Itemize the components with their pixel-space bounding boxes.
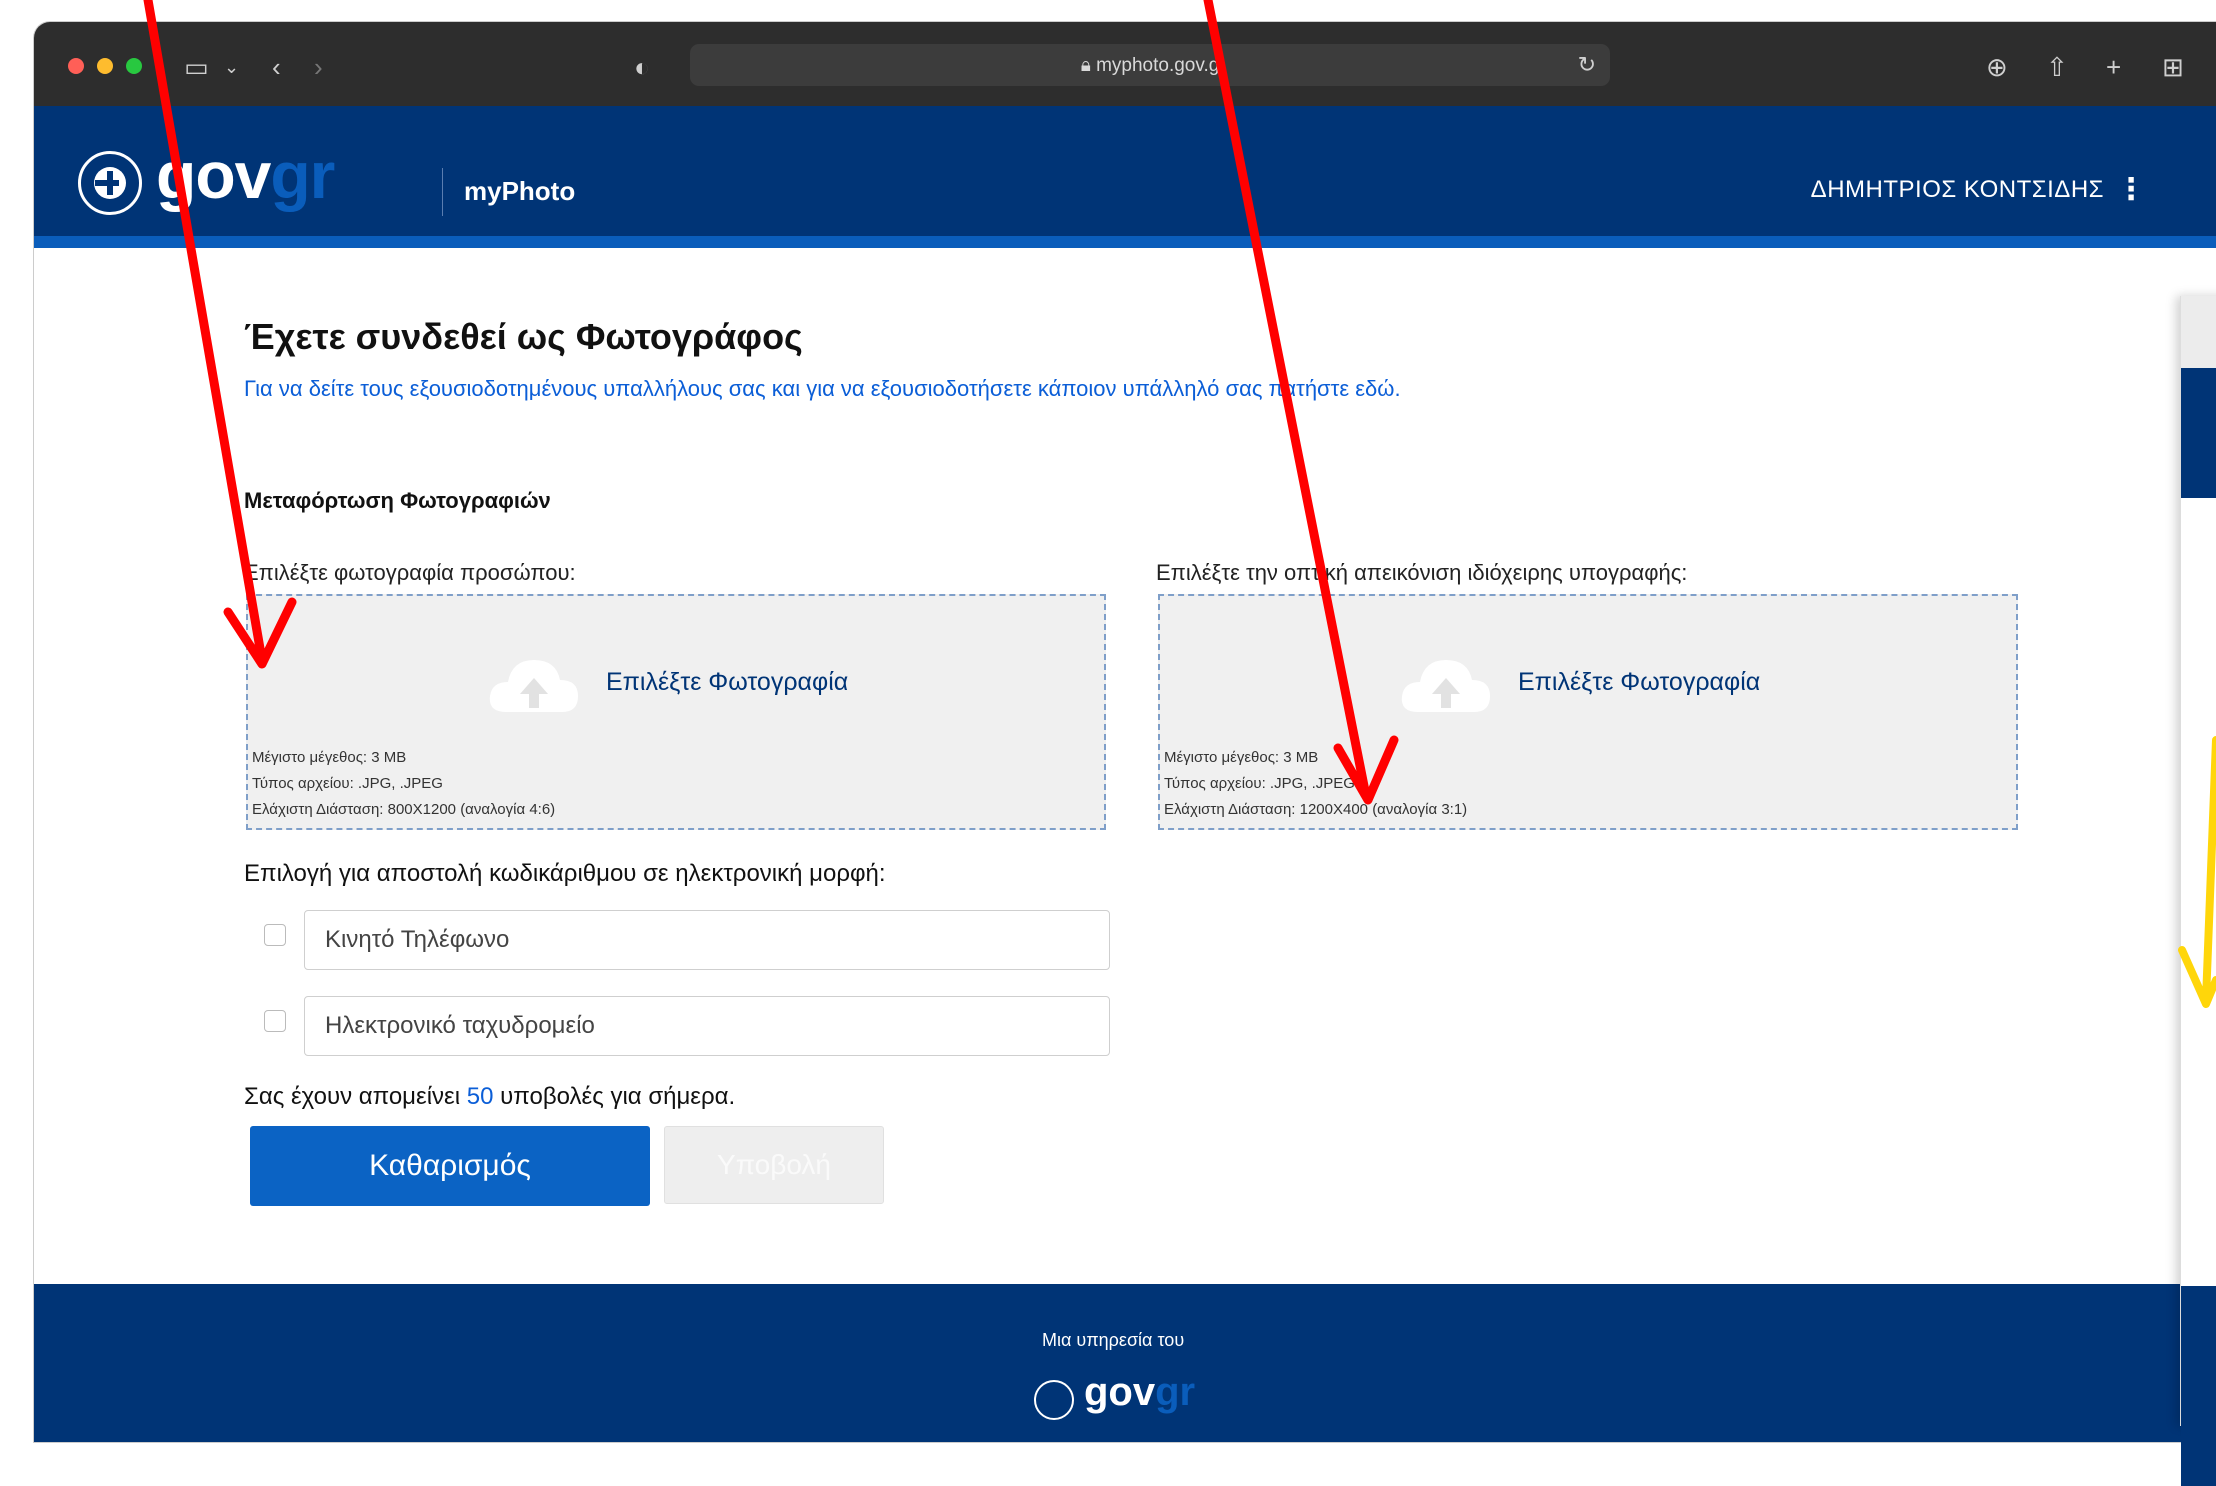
close-window-button[interactable] (68, 58, 84, 74)
plus-icon[interactable]: + (2106, 54, 2121, 80)
max-size-text: Μέγιστο μέγεθος: 3 MB (252, 749, 407, 766)
choose-signature-photo-button[interactable]: Επιλέξτε Φωτογραφία (1518, 668, 1760, 697)
email-checkbox[interactable] (264, 1010, 286, 1032)
signature-dropzone[interactable]: Επιλέξτε Φωτογραφία Μέγιστο μέγεθος: 3 M… (1158, 594, 2018, 830)
page-title: Έχετε συνδεθεί ως Φωτογράφος (244, 316, 803, 357)
user-name[interactable]: ΔΗΜΗΤΡΙΟΣ ΚΟΝΤΣΙΔΗΣ (1811, 176, 2104, 204)
min-dimension-text: Ελάχιστη Διάσταση: 800X1200 (αναλογία 4:… (252, 801, 556, 818)
min-dimension-text: Ελάχιστη Διάσταση: 1200X400 (αναλογία 3:… (1164, 801, 1468, 818)
chevron-down-icon[interactable]: ⌄ (224, 54, 239, 80)
choose-face-photo-button[interactable]: Επιλέξτε Φωτογραφία (606, 668, 848, 697)
header-divider (442, 168, 443, 216)
service-name[interactable]: myPhoto (464, 176, 575, 207)
browser-window: ▭ ⌄ ‹ › ◐ 🔒︎ myphoto.gov.g ↻ ⊕ ⇧ + ⊞ gov… (34, 22, 2216, 1442)
barcode-delivery-label: Επιλογή για αποστολή κωδικάριθμου σε ηλε… (244, 860, 886, 887)
lock-icon: 🔒︎ (1080, 55, 1091, 76)
share-icon[interactable]: ⇧ (2046, 54, 2068, 80)
file-type-text: Τύπος αρχείου: .JPG, .JPEG (1164, 775, 1355, 792)
back-icon[interactable]: ‹ (272, 54, 281, 80)
face-photo-dropzone[interactable]: Επιλέξτε Φωτογραφία Μέγιστο μέγεθος: 3 M… (246, 594, 1106, 830)
footer-emblem-icon (1034, 1380, 1074, 1420)
browser-toolbar: ▭ ⌄ ‹ › ◐ 🔒︎ myphoto.gov.g ↻ ⊕ ⇧ + ⊞ (34, 22, 2216, 107)
face-photo-label: Επιλέξτε φωτογραφία προσώπου: (244, 560, 576, 585)
site-footer: Μια υπηρεσία του govgr (34, 1284, 2216, 1442)
address-bar[interactable]: 🔒︎ myphoto.gov.g ↻ (690, 44, 1610, 86)
authorize-employees-link[interactable]: Για να δείτε τους εξουσιοδοτημένους υπαλ… (244, 376, 1401, 402)
remaining-submissions: Σας έχουν απομείνει 50 υποβολές για σήμε… (244, 1083, 736, 1110)
shield-icon[interactable]: ◐ (634, 54, 650, 80)
govgr-logo[interactable]: govgr (156, 140, 335, 210)
remaining-count: 50 (466, 1083, 494, 1110)
email-input[interactable] (304, 996, 1110, 1056)
footer-govgr-logo[interactable]: govgr (1084, 1370, 1195, 1415)
file-type-text: Τύπος αρχείου: .JPG, .JPEG (252, 775, 443, 792)
section-title: Μεταφόρτωση Φωτογραφιών (244, 488, 551, 513)
download-icon[interactable]: ⊕ (1986, 54, 2008, 80)
phone-checkbox[interactable] (264, 924, 286, 946)
background-window-toolbar (2181, 296, 2216, 368)
max-size-text: Μέγιστο μέγεθος: 3 MB (1164, 749, 1319, 766)
submit-button[interactable]: Υποβολή (664, 1126, 884, 1204)
background-window[interactable] (2180, 296, 2216, 1486)
gov-emblem-cross (95, 180, 119, 186)
phone-input[interactable] (304, 910, 1110, 970)
footer-service-of: Μια υπηρεσία του (1042, 1330, 1185, 1350)
main-content: Έχετε συνδεθεί ως Φωτογράφος Για να δείτ… (34, 248, 2216, 1308)
more-menu-icon[interactable]: ⋮ (2116, 172, 2146, 207)
background-window-header (2181, 368, 2216, 498)
cloud-upload-icon (489, 660, 578, 712)
cloud-upload-icon (1401, 660, 1490, 712)
forward-icon[interactable]: › (314, 54, 323, 80)
zoom-window-button[interactable] (126, 58, 142, 74)
clear-button[interactable]: Καθαρισμός (250, 1126, 650, 1206)
minimize-window-button[interactable] (97, 58, 113, 74)
tabs-icon[interactable]: ⊞ (2162, 54, 2184, 80)
url-text[interactable]: 🔒︎ myphoto.gov.g (690, 55, 1610, 77)
site-header: govgr myPhoto ΔΗΜΗΤΡΙΟΣ ΚΟΝΤΣΙΔΗΣ ⋮ (34, 106, 2216, 248)
sidebar-icon[interactable]: ▭ (184, 54, 209, 80)
signature-label: Επιλέξτε την οπτική απεικόνιση ιδιόχειρη… (1156, 560, 1688, 585)
reload-icon[interactable]: ↻ (1578, 52, 1596, 78)
background-window-footer (2181, 1286, 2216, 1486)
